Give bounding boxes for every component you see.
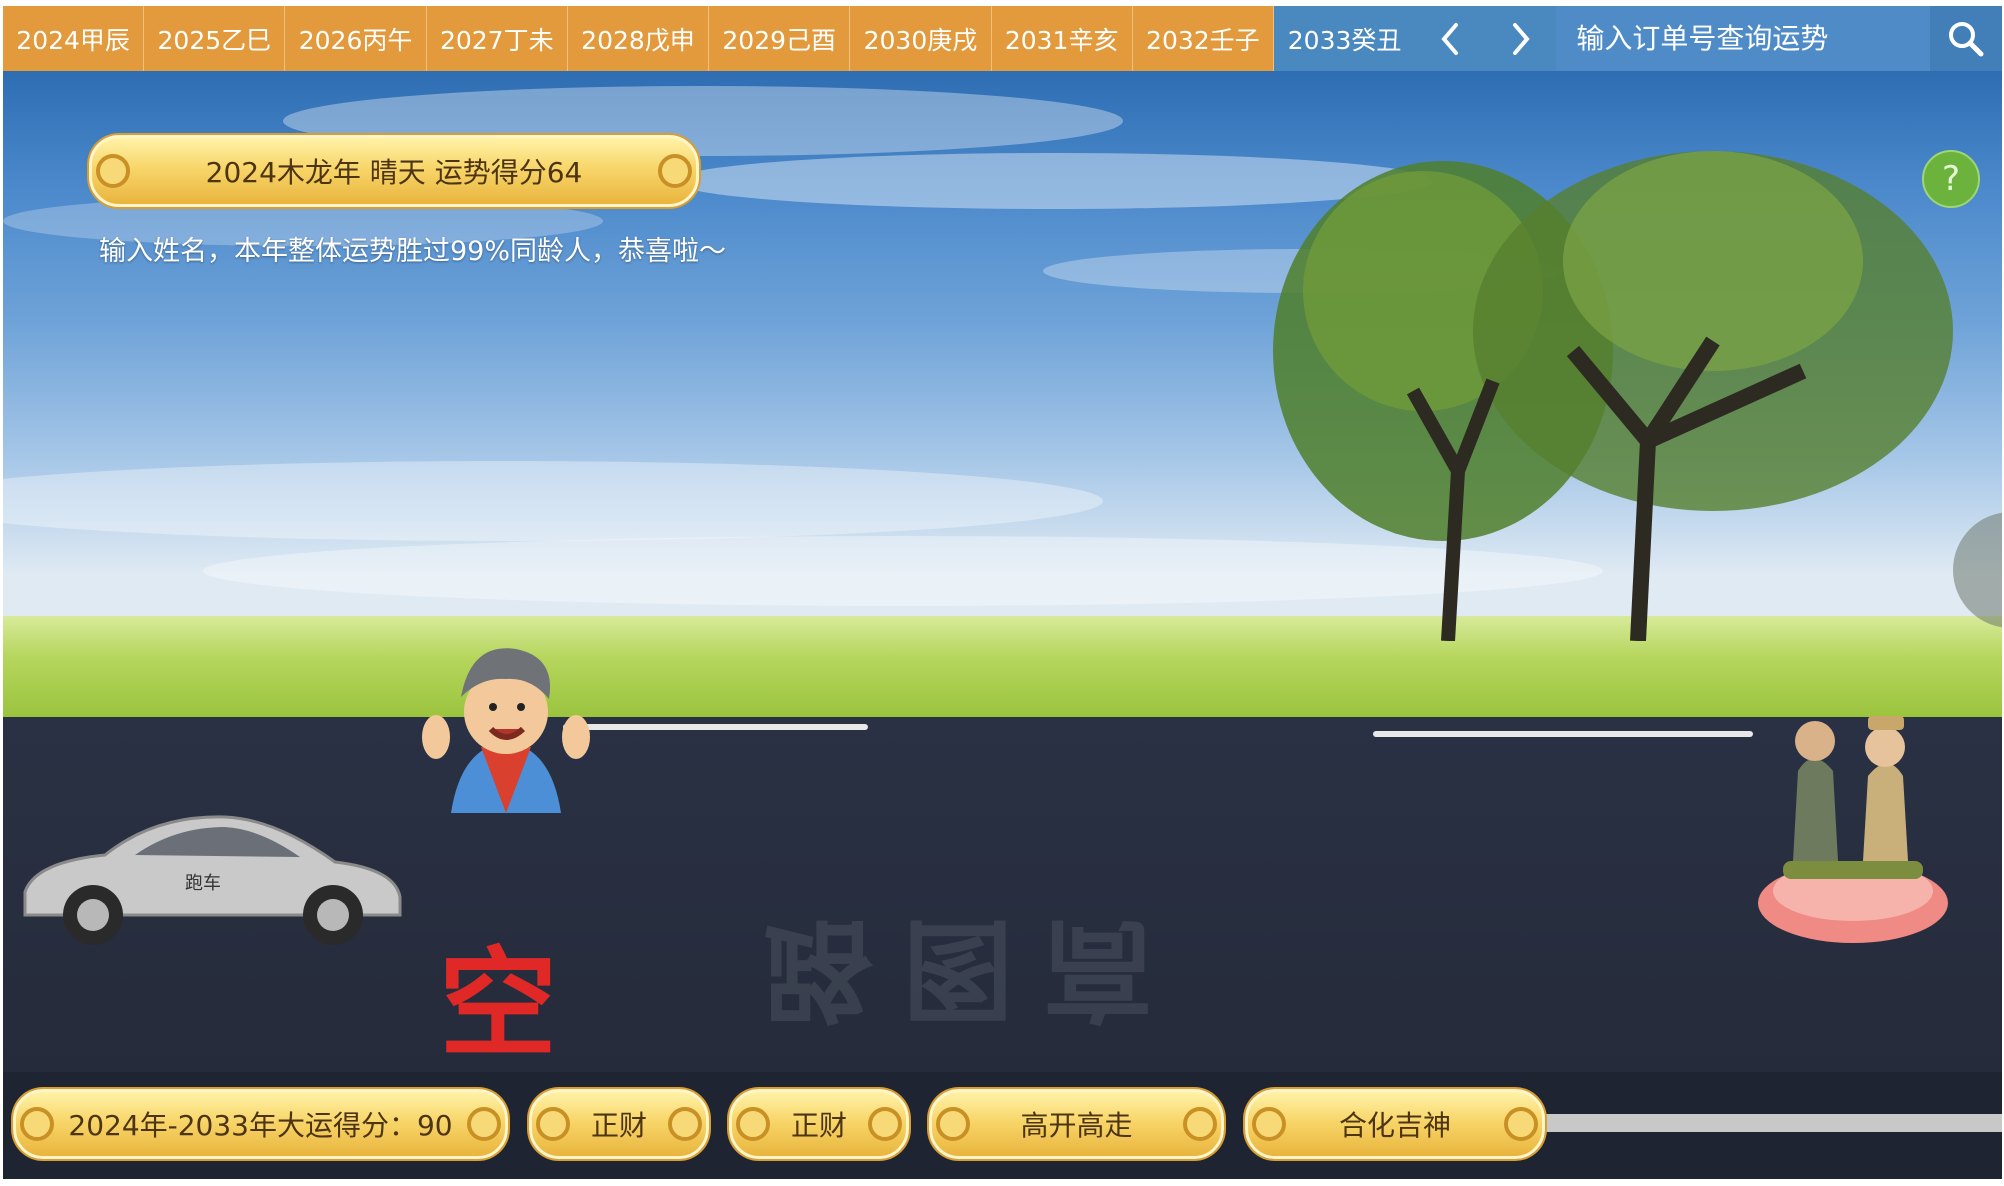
scroll-curl-icon (96, 154, 130, 188)
scroll-curl-icon (467, 1107, 501, 1141)
road-sign-text: 路图高 (763, 905, 1183, 1033)
year-tab-2027[interactable]: 2027丁未 (426, 6, 568, 71)
tag-label-3: 高开高走 (1020, 1109, 1133, 1142)
fortune-title-scroll: 2024木龙年 晴天 运势得分64 (89, 135, 699, 207)
tag-scroll-3: 高开高走 (929, 1089, 1224, 1159)
tag-label-4: 合化吉神 (1338, 1109, 1451, 1142)
fortune-description: 输入姓名，本年整体运势胜过99%同龄人，恭喜啦～ (99, 236, 727, 267)
fortune-teller-character (422, 648, 590, 813)
year-tab-2032[interactable]: 2032壬子 (1132, 6, 1274, 71)
fortune-scene: 路图高 2024木龙年 晴天 运势得分64 输入姓名，本年整体运势胜过99%同龄… (3, 71, 2002, 1179)
kong-character: 空 (439, 935, 558, 1073)
year-tab-2024[interactable]: 2024甲辰 (3, 6, 145, 71)
chevron-right-icon (1513, 22, 1530, 55)
fortune-title: 2024木龙年 晴天 运势得分64 (205, 156, 583, 189)
tag-label-1: 正财 (590, 1109, 647, 1142)
tag-scroll-4: 合化吉神 (1245, 1089, 1545, 1159)
car-label: 跑车 (185, 873, 221, 894)
tag-label-2: 正财 (790, 1109, 847, 1142)
search-button[interactable] (1930, 6, 2003, 71)
scroll-curl-icon (936, 1107, 970, 1141)
year-tab-2029[interactable]: 2029己酉 (709, 6, 851, 71)
scroll-curl-icon (536, 1107, 570, 1141)
year-tab-2028[interactable]: 2028戊申 (567, 6, 710, 71)
tag-scroll-1: 正财 (529, 1089, 709, 1159)
scroll-curl-icon (20, 1107, 54, 1141)
year-tab-2031[interactable]: 2031辛亥 (991, 6, 1133, 71)
year-tab-2033[interactable]: 2033癸丑 (1273, 6, 1416, 71)
prev-year-button[interactable] (1415, 6, 1486, 71)
year-tab-2030[interactable]: 2030庚戌 (850, 6, 992, 71)
year-tab-2026[interactable]: 2026丙午 (285, 6, 427, 71)
scroll-curl-icon (736, 1107, 770, 1141)
tree-illustration (1273, 151, 1953, 641)
deities-on-lotus-illustration (1758, 716, 1948, 943)
order-search-box (1556, 6, 1931, 71)
tag-scroll-2: 正财 (729, 1089, 909, 1159)
overall-score-scroll: 2024年-2033年大运得分：90 (13, 1089, 508, 1159)
next-year-button[interactable] (1485, 6, 1557, 71)
lane-marking (1373, 731, 1753, 737)
scroll-curl-icon (1504, 1107, 1538, 1141)
help-button[interactable]: ? (1922, 150, 1980, 208)
scroll-curl-icon (1183, 1107, 1217, 1141)
order-search-input[interactable] (1576, 22, 1917, 55)
scroll-curl-icon (668, 1107, 702, 1141)
overall-score-label: 2024年-2033年大运得分：90 (68, 1109, 453, 1142)
year-tab-2025[interactable]: 2025乙巳 (144, 6, 286, 71)
bottom-progress-strip (1533, 1114, 2002, 1132)
chevron-left-icon (1441, 22, 1459, 55)
sports-car: 跑车 (23, 815, 402, 945)
year-nav-bar: 2024甲辰 2025乙巳 2026丙午 2027丁未 2028戊申 2029己… (3, 6, 2003, 71)
search-icon (1949, 21, 1984, 56)
scroll-curl-icon (1252, 1107, 1286, 1141)
scroll-curl-icon (658, 154, 692, 188)
scroll-curl-icon (868, 1107, 902, 1141)
lane-marking (563, 724, 868, 730)
